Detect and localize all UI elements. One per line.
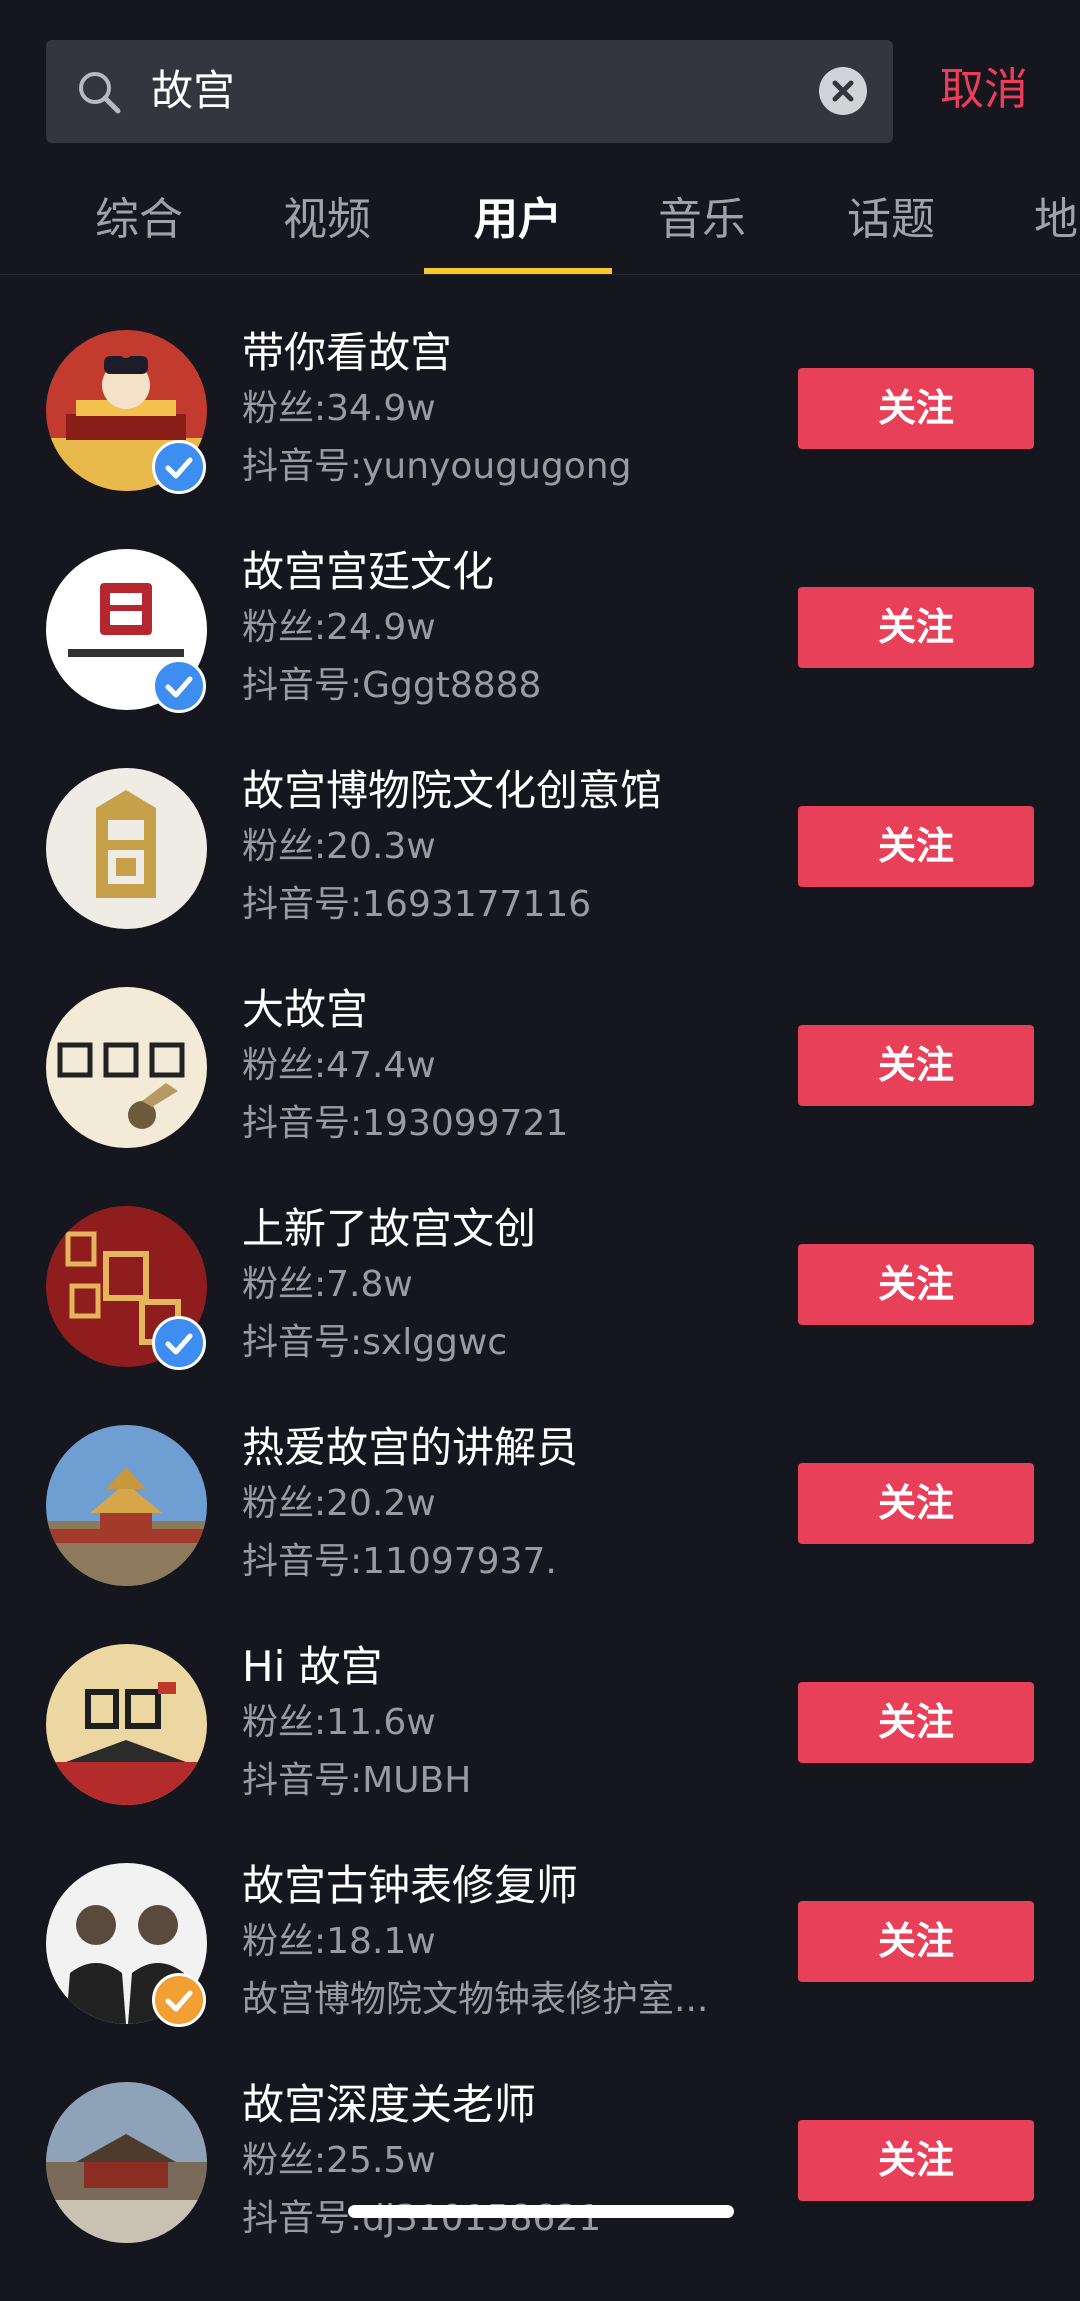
avatar[interactable] (46, 2082, 207, 2243)
cancel-button[interactable]: 取消 (940, 62, 1028, 118)
user-row[interactable]: Hi 故宫 粉丝:11.6w 抖音号:MUBH 关注 (0, 1642, 1080, 1863)
user-fans: 粉丝:20.2w (242, 1483, 436, 1524)
verified-badge-icon (152, 1316, 206, 1370)
avatar[interactable] (46, 1644, 207, 1805)
user-name: 故宫深度关老师 (242, 2080, 537, 2129)
follow-button[interactable]: 关注 (798, 1244, 1034, 1325)
user-douyin-id: 抖音号:193099721 (242, 1103, 569, 1144)
user-douyin-id: 抖音号:11097937. (242, 1541, 557, 1582)
user-row[interactable]: 带你看故宫 粉丝:34.9w 抖音号:yunyougugong 关注 (0, 328, 1080, 549)
user-row[interactable]: 上新了故宫文创 粉丝:7.8w 抖音号:sxlggwc 关注 (0, 1204, 1080, 1425)
user-name: 故宫博物院文化创意馆 (242, 766, 663, 815)
user-name: 故宫古钟表修复师 (242, 1861, 579, 1910)
user-fans: 粉丝:34.9w (242, 388, 436, 429)
user-name: 带你看故宫 (242, 328, 453, 377)
user-row[interactable]: 热爱故宫的讲解员 粉丝:20.2w 抖音号:11097937. 关注 (0, 1423, 1080, 1644)
user-fans: 粉丝:11.6w (242, 1702, 436, 1743)
follow-button[interactable]: 关注 (798, 1025, 1034, 1106)
tab-videos[interactable]: 视频 (233, 190, 421, 250)
user-fans: 粉丝:47.4w (242, 1045, 436, 1086)
user-douyin-id: 抖音号:sxlggwc (242, 1322, 508, 1363)
follow-button[interactable]: 关注 (798, 587, 1034, 668)
tab-users[interactable]: 用户 (424, 190, 612, 250)
user-row[interactable]: 故宫博物院文化创意馆 粉丝:20.3w 抖音号:1693177116 关注 (0, 766, 1080, 987)
follow-button[interactable]: 关注 (798, 2120, 1034, 2201)
user-name: 故宫宫廷文化 (242, 547, 495, 596)
follow-button[interactable]: 关注 (798, 1682, 1034, 1763)
user-fans: 粉丝:20.3w (242, 826, 436, 867)
tab-active-indicator (424, 268, 612, 274)
user-fans: 粉丝:7.8w (242, 1264, 413, 1305)
verified-badge-icon (152, 440, 206, 494)
tab-comprehensive[interactable]: 综合 (45, 190, 233, 250)
verified-badge-icon (152, 659, 206, 713)
user-douyin-id: 抖音号:Gggt8888 (242, 665, 542, 706)
user-row[interactable]: 故宫古钟表修复师 粉丝:18.1w 故宫博物院文物钟表修护室... 关注 (0, 1861, 1080, 2082)
user-fans: 粉丝:24.9w (242, 607, 436, 648)
follow-button[interactable]: 关注 (798, 1463, 1034, 1544)
user-name: 上新了故宫文创 (242, 1204, 537, 1253)
user-douyin-id: 抖音号:yunyougugong (242, 446, 632, 487)
tab-bar: 综合 视频 用户 音乐 话题 地 (0, 178, 1080, 275)
user-douyin-id: 抖音号:dj310158621 (242, 2198, 602, 2239)
verified-badge-icon (152, 1973, 206, 2027)
tab-location[interactable]: 地 (990, 190, 1080, 250)
user-fans: 粉丝:25.5w (242, 2140, 436, 2181)
search-input[interactable]: 故宫 (151, 66, 235, 116)
clear-icon[interactable] (819, 67, 867, 115)
follow-button[interactable]: 关注 (798, 368, 1034, 449)
user-name: 大故宫 (242, 985, 369, 1034)
search-icon (79, 72, 121, 114)
user-douyin-id: 抖音号:1693177116 (242, 884, 592, 925)
user-name: 热爱故宫的讲解员 (242, 1423, 579, 1472)
user-douyin-id: 抖音号:MUBH (242, 1760, 472, 1801)
user-fans: 粉丝:18.1w (242, 1921, 436, 1962)
user-row[interactable]: 大故宫 粉丝:47.4w 抖音号:193099721 关注 (0, 985, 1080, 1206)
follow-button[interactable]: 关注 (798, 806, 1034, 887)
search-bar[interactable]: 故宫 (46, 40, 893, 143)
tab-topics[interactable]: 话题 (797, 190, 985, 250)
user-name: Hi 故宫 (242, 1642, 383, 1691)
avatar[interactable] (46, 987, 207, 1148)
tab-music[interactable]: 音乐 (608, 190, 796, 250)
avatar[interactable] (46, 768, 207, 929)
user-description: 故宫博物院文物钟表修护室... (242, 1979, 709, 2020)
user-row[interactable]: 故宫宫廷文化 粉丝:24.9w 抖音号:Gggt8888 关注 (0, 547, 1080, 768)
avatar[interactable] (46, 1425, 207, 1586)
follow-button[interactable]: 关注 (798, 1901, 1034, 1982)
user-row[interactable]: 故宫深度关老师 粉丝:25.5w 抖音号:dj310158621 关注 (0, 2080, 1080, 2301)
home-indicator[interactable] (348, 2205, 734, 2218)
